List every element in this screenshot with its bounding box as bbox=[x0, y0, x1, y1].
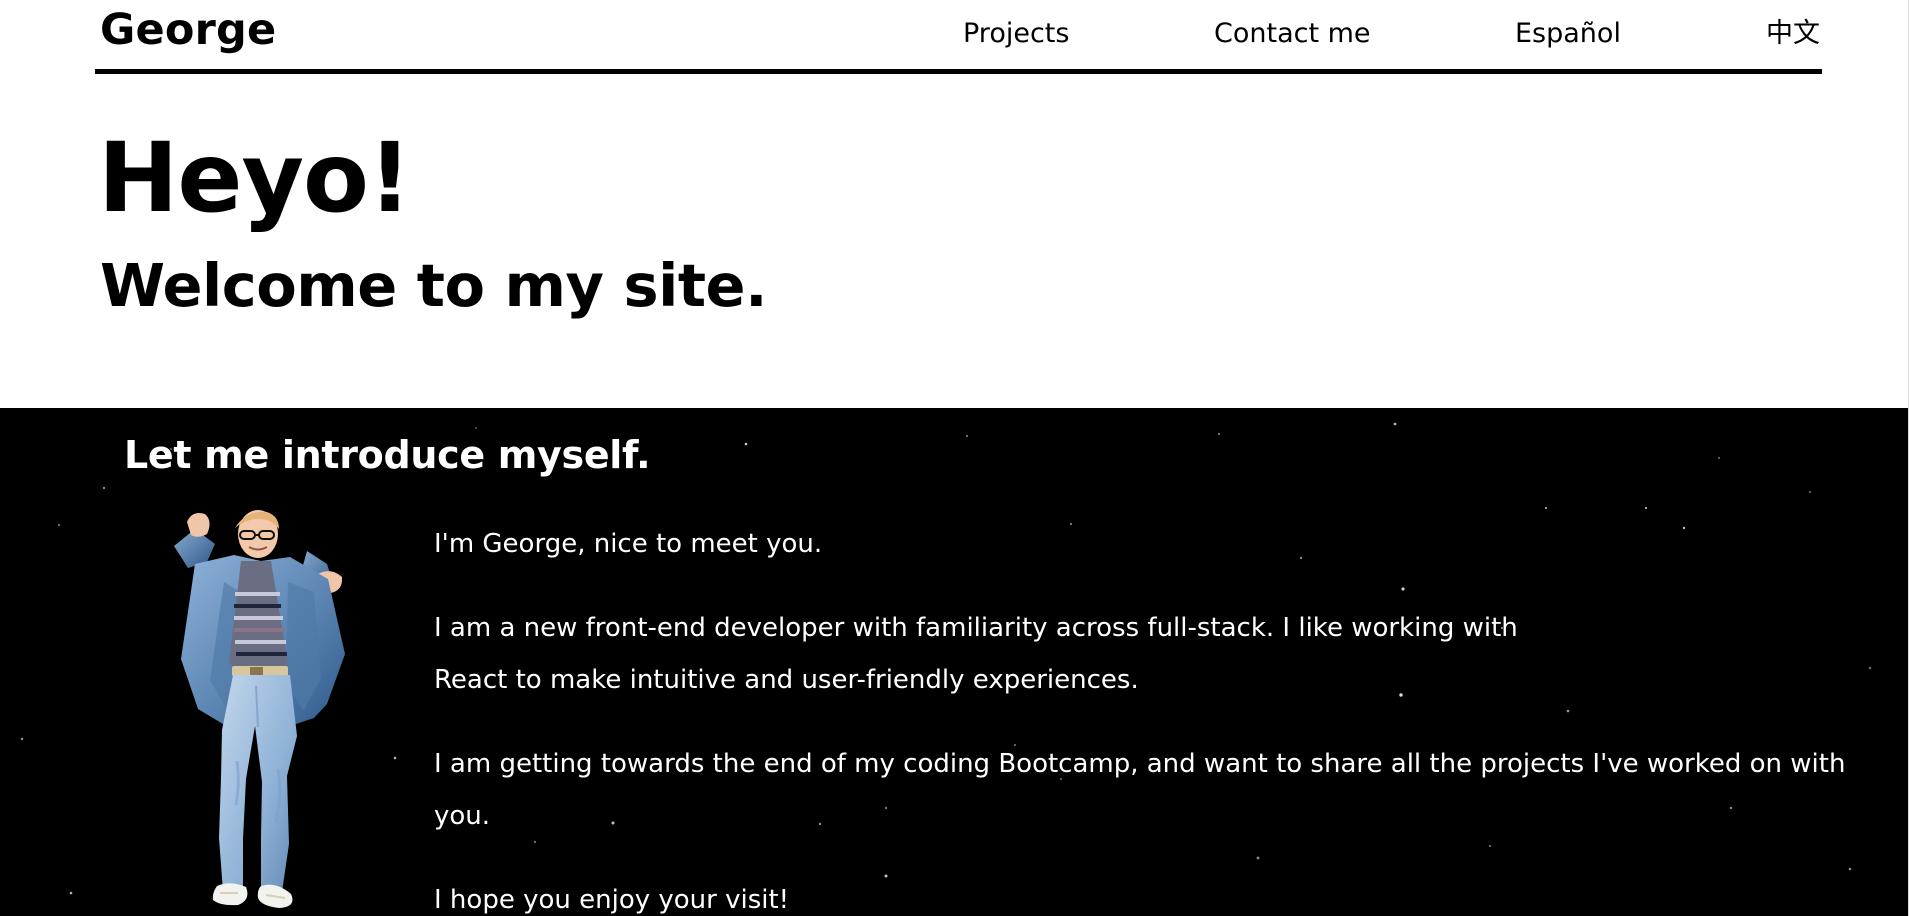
about-paragraph: I hope you enjoy your visit! bbox=[434, 885, 790, 915]
about-paragraph: I am getting towards the end of my codin… bbox=[434, 749, 1846, 831]
nav-contact-link[interactable]: Contact me bbox=[1214, 16, 1371, 52]
hero-subtitle: Welcome to my site. bbox=[100, 251, 767, 320]
about-section: Let me introduce myself. I'm George, nic… bbox=[0, 408, 1908, 916]
site-header: George Projects Contact me Español 中文 bbox=[95, 0, 1822, 74]
about-body: I'm George, nice to meet you. I am a new… bbox=[434, 518, 1904, 916]
about-heading: Let me introduce myself. bbox=[124, 433, 651, 477]
language-spanish-link[interactable]: Español bbox=[1515, 16, 1621, 52]
profile-photo bbox=[174, 510, 345, 908]
main-nav: Projects Contact me Español 中文 bbox=[95, 16, 1822, 56]
nav-projects-link[interactable]: Projects bbox=[963, 16, 1069, 52]
about-paragraph: I am a new front-end developer with fami… bbox=[434, 613, 1518, 695]
language-chinese-link[interactable]: 中文 bbox=[1766, 16, 1820, 52]
top-section: George Projects Contact me Español 中文 He… bbox=[0, 0, 1909, 408]
page: George Projects Contact me Español 中文 He… bbox=[0, 0, 1909, 916]
hero-title: Heyo! bbox=[98, 122, 412, 234]
about-paragraph: I'm George, nice to meet you. bbox=[434, 529, 823, 559]
